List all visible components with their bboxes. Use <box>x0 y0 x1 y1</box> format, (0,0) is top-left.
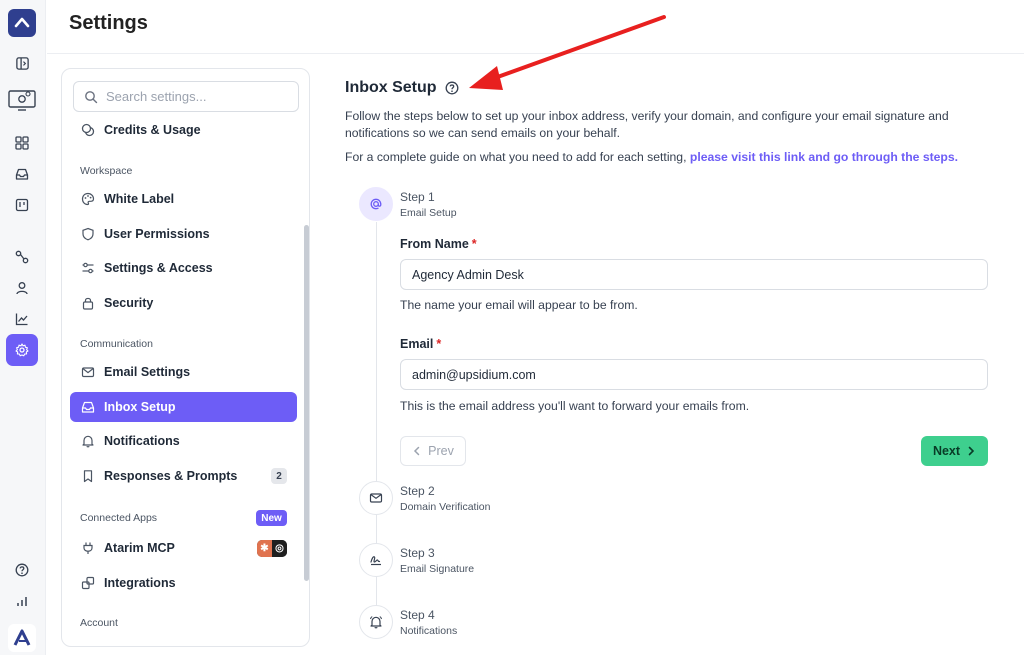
nav-label: Integrations <box>104 576 176 590</box>
top-bar: Settings <box>47 0 1024 54</box>
group-label-workspace: Workspace <box>80 165 133 177</box>
shield-icon <box>80 226 96 242</box>
nav-label: Email Settings <box>104 365 191 379</box>
puzzle-icon <box>80 575 96 591</box>
settings-search[interactable] <box>73 81 299 112</box>
plug-icon <box>80 540 96 556</box>
lock-icon <box>80 295 96 311</box>
nav-label: Responses & Prompts <box>104 469 238 483</box>
prev-label: Prev <box>428 444 454 458</box>
nav-white-label[interactable]: White Label <box>70 184 297 214</box>
settings-nav-panel: Credits & Usage Workspace White Label Us… <box>61 68 310 647</box>
from-name-input[interactable] <box>400 259 988 290</box>
from-name-help: The name your email will appear to be fr… <box>400 298 638 312</box>
sidebar-toggle-icon[interactable] <box>10 51 34 75</box>
board-icon[interactable] <box>10 193 34 217</box>
nav-user-permissions[interactable]: User Permissions <box>70 219 297 249</box>
app-rail <box>0 0 46 655</box>
nav-settings-access[interactable]: Settings & Access <box>70 253 297 283</box>
page-title: Settings <box>69 12 148 34</box>
next-label: Next <box>932 444 961 458</box>
prev-button[interactable]: Prev <box>400 436 466 466</box>
nav-responses-prompts[interactable]: Responses & Prompts 2 <box>70 461 297 491</box>
step-3-signature-icon[interactable] <box>359 543 393 577</box>
nav-label: Security <box>104 296 154 310</box>
step-2-subtitle: Domain Verification <box>400 501 491 513</box>
group-label-communication: Communication <box>80 338 153 350</box>
email-label-text: Email <box>400 337 434 351</box>
nav-credits-usage[interactable]: Credits & Usage <box>70 115 297 145</box>
step-1-title: Step 1 <box>400 190 435 204</box>
dashboard-icon[interactable] <box>10 131 34 155</box>
new-badge: New <box>256 510 287 526</box>
analytics-icon[interactable] <box>10 307 34 331</box>
nav-label: Credits & Usage <box>104 123 201 137</box>
email-input[interactable] <box>400 359 988 390</box>
nav-label: User Permissions <box>104 227 210 241</box>
coins-icon <box>80 122 96 138</box>
section-title: Inbox Setup <box>345 79 459 97</box>
from-name-label: From Name * <box>400 237 477 251</box>
nav-email-settings[interactable]: Email Settings <box>70 357 297 387</box>
nav-atarim-mcp[interactable]: Atarim MCP ✱ ◎ <box>70 533 297 563</box>
nav-security[interactable]: Security <box>70 288 297 318</box>
required-mark: * <box>471 237 477 251</box>
nav-notifications[interactable]: Notifications <box>70 426 297 456</box>
help-icon[interactable] <box>10 558 34 582</box>
step-2-envelope-check-icon[interactable] <box>359 481 393 515</box>
website-icon[interactable] <box>6 86 38 114</box>
palette-icon <box>80 191 96 207</box>
step-2-title: Step 2 <box>400 484 435 498</box>
app-logo-icon[interactable] <box>8 9 36 37</box>
from-name-label-text: From Name <box>400 237 469 251</box>
email-label: Email * <box>400 337 441 351</box>
inbox-icon <box>80 399 96 415</box>
mail-icon <box>80 364 96 380</box>
guide-text: For a complete guide on what you need to… <box>345 150 958 164</box>
help-circle-icon[interactable] <box>445 81 459 95</box>
group-label-connected-apps: Connected Apps <box>80 512 158 524</box>
connected-app-logos-icon: ✱ ◎ <box>257 540 287 557</box>
workflow-icon[interactable] <box>10 245 34 269</box>
count-badge: 2 <box>271 468 287 484</box>
usage-bars-icon[interactable] <box>10 589 34 613</box>
step-4-subtitle: Notifications <box>400 625 458 637</box>
inbox-icon[interactable] <box>10 162 34 186</box>
email-help: This is the email address you'll want to… <box>400 399 750 413</box>
required-mark: * <box>436 337 442 351</box>
nav-scrollbar[interactable] <box>304 225 309 581</box>
section-description: Follow the steps below to set up your in… <box>345 109 949 140</box>
nav-label: Notifications <box>104 434 180 448</box>
step-4-bell-icon[interactable] <box>359 605 393 639</box>
group-label-account: Account <box>80 617 118 629</box>
guide-link[interactable]: please visit this link and go through th… <box>690 150 958 164</box>
settings-gear-icon[interactable] <box>6 334 38 366</box>
section-title-text: Inbox Setup <box>345 79 437 96</box>
user-icon[interactable] <box>10 276 34 300</box>
chevron-right-icon <box>968 446 975 456</box>
nav-label: White Label <box>104 192 175 206</box>
nav-label: Atarim MCP <box>104 541 175 555</box>
bell-icon <box>80 433 96 449</box>
search-icon <box>85 90 98 103</box>
nav-integrations[interactable]: Integrations <box>70 568 297 598</box>
guide-prefix: For a complete guide on what you need to… <box>345 150 687 164</box>
step-3-subtitle: Email Signature <box>400 563 475 575</box>
nav-label: Settings & Access <box>104 261 213 275</box>
nav-label: Inbox Setup <box>104 400 176 414</box>
next-button[interactable]: Next <box>921 436 988 466</box>
step-1-subtitle: Email Setup <box>400 207 457 219</box>
bookmark-icon <box>80 468 96 484</box>
sliders-icon <box>80 260 96 276</box>
step-4-title: Step 4 <box>400 608 435 622</box>
chevron-left-icon <box>414 446 420 456</box>
search-input[interactable] <box>106 89 286 104</box>
step-3-title: Step 3 <box>400 546 435 560</box>
step-1-at-icon[interactable] <box>359 187 393 221</box>
atarim-logo-icon[interactable] <box>8 624 36 652</box>
nav-inbox-setup[interactable]: Inbox Setup <box>70 392 297 422</box>
